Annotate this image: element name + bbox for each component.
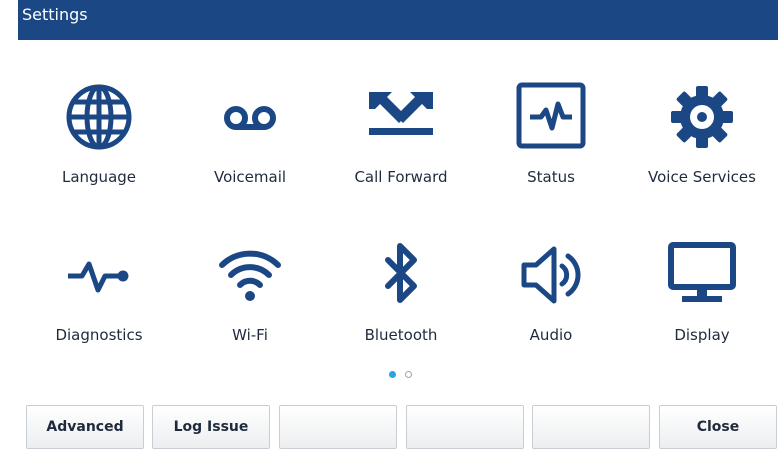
page-dot-active[interactable] bbox=[389, 371, 396, 378]
diagnostics-tile[interactable]: Diagnostics bbox=[34, 240, 164, 370]
bluetooth-icon bbox=[385, 243, 417, 303]
language-label: Language bbox=[61, 168, 137, 186]
monitor-icon bbox=[668, 242, 736, 302]
status-tile[interactable]: Status bbox=[486, 82, 616, 212]
log-issue-button[interactable]: Log Issue bbox=[152, 405, 270, 449]
globe-icon bbox=[66, 84, 132, 150]
close-button[interactable]: Close bbox=[659, 405, 777, 449]
voicemail-label: Voicemail bbox=[213, 168, 287, 186]
title-bar: Settings bbox=[18, 0, 778, 40]
call-forward-label: Call Forward bbox=[354, 168, 448, 186]
bluetooth-tile[interactable]: Bluetooth bbox=[336, 240, 466, 370]
softkey-3-button[interactable] bbox=[279, 405, 397, 449]
wifi-tile[interactable]: Wi-Fi bbox=[185, 240, 315, 370]
voicemail-tile[interactable]: Voicemail bbox=[185, 82, 315, 212]
call-forward-icon bbox=[369, 92, 433, 135]
display-label: Display bbox=[674, 326, 730, 344]
page-title: Settings bbox=[22, 5, 88, 24]
audio-tile[interactable]: Audio bbox=[486, 240, 616, 370]
voicemail-icon bbox=[224, 106, 276, 130]
status-label: Status bbox=[527, 168, 575, 186]
advanced-button[interactable]: Advanced bbox=[26, 405, 144, 449]
audio-label: Audio bbox=[529, 326, 573, 344]
call-forward-tile[interactable]: Call Forward bbox=[336, 82, 466, 212]
voice-services-tile[interactable]: Voice Services bbox=[637, 82, 767, 212]
bluetooth-label: Bluetooth bbox=[364, 326, 438, 344]
softkey-5-button[interactable] bbox=[532, 405, 650, 449]
diagnostics-label: Diagnostics bbox=[55, 326, 143, 344]
softkey-4-button[interactable] bbox=[406, 405, 524, 449]
pulse-icon bbox=[68, 261, 129, 293]
language-tile[interactable]: Language bbox=[34, 82, 164, 212]
status-monitor-icon bbox=[516, 82, 586, 149]
speaker-icon bbox=[521, 246, 581, 304]
page-dot-inactive[interactable] bbox=[405, 371, 412, 378]
wifi-label: Wi-Fi bbox=[232, 326, 268, 344]
voice-services-label: Voice Services bbox=[648, 168, 756, 186]
display-tile[interactable]: Display bbox=[637, 240, 767, 370]
gear-icon bbox=[671, 86, 733, 148]
wifi-icon bbox=[219, 250, 281, 301]
